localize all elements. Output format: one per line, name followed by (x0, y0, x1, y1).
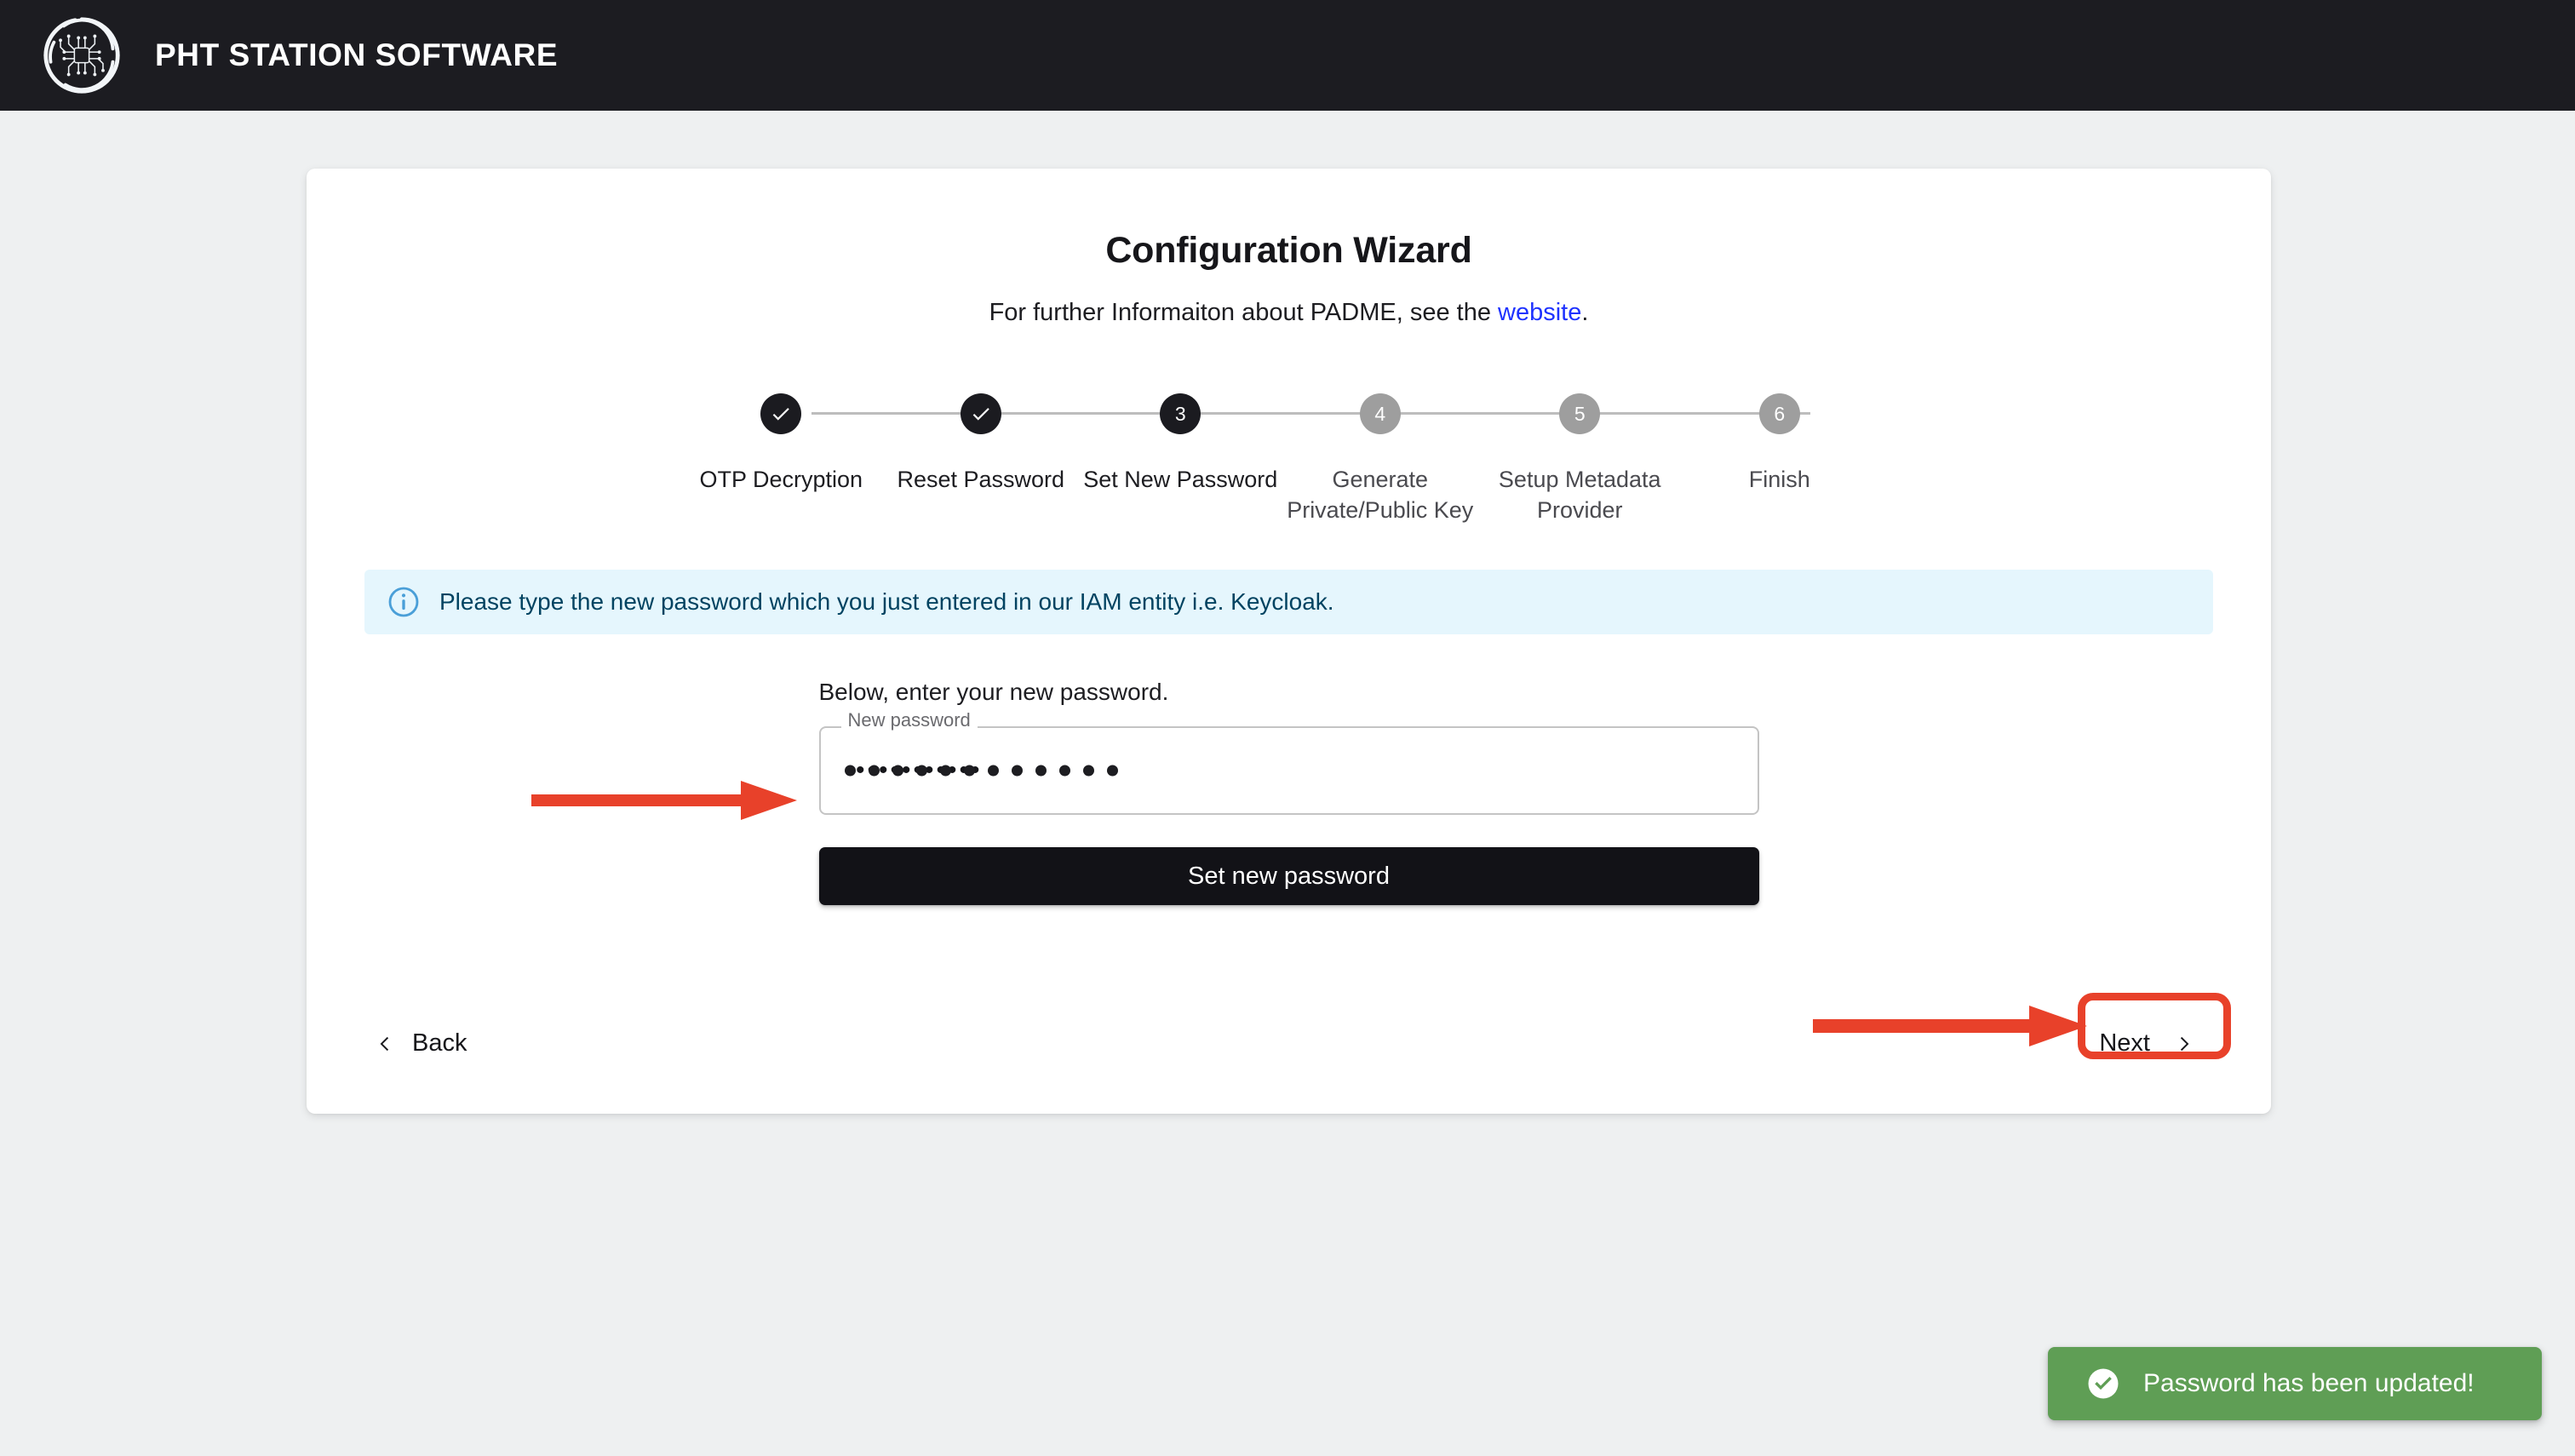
step-indicator-pending: 6 (1758, 393, 1800, 434)
toast-notification[interactable]: Password has been updated! (2048, 1347, 2542, 1420)
chevron-left-icon (380, 1036, 389, 1051)
info-circle-icon (388, 587, 419, 617)
page-title: Configuration Wizard (1105, 230, 1472, 271)
password-dot (1011, 765, 1023, 777)
toast-message: Password has been updated! (2143, 1369, 2475, 1397)
next-button[interactable]: Next (2077, 1019, 2215, 1068)
stepper-step-generate-keys[interactable]: 4 Generate Private/Public Key (1281, 390, 1611, 525)
password-dot (1106, 765, 1118, 777)
app-header: PHT STATION SOFTWARE (0, 0, 2575, 111)
step-indicator-active: 3 (1160, 393, 1201, 434)
pht-chip-logo (41, 14, 123, 96)
wizard-subtitle: For further Informaiton about PADME, see… (307, 299, 2271, 327)
stepper-step-label: OTP Decryption (699, 467, 863, 492)
check-circle-icon (2088, 1368, 2119, 1399)
stepper-step-setup-metadata-provider[interactable]: 5 Setup Metadata Provider (1480, 390, 1810, 525)
step-indicator-pending: 5 (1559, 393, 1601, 434)
website-link[interactable]: website (1498, 299, 1581, 326)
stepper-step-otp-decryption[interactable]: OTP Decryption (681, 390, 1012, 496)
password-dot (1035, 765, 1047, 777)
password-dot (892, 765, 903, 777)
password-dot (915, 765, 927, 777)
check-icon (972, 408, 989, 421)
info-alert: Please type the new password which you j… (364, 570, 2213, 635)
password-dot (1058, 765, 1070, 777)
stepper-step-label: Set New Password (1083, 467, 1278, 492)
back-button[interactable]: Back (363, 1023, 480, 1064)
back-button-label: Back (412, 1029, 467, 1057)
wizard-navigation: Back Next (307, 1019, 2271, 1068)
stepper-step-reset-password[interactable]: Reset Password (881, 390, 1212, 496)
stepper-step-set-new-password[interactable]: 3 Set New Password (1081, 390, 1411, 496)
form-helper-text: Below, enter your new password. (818, 679, 1169, 706)
stepper-step-label: Generate Private/Public Key (1287, 467, 1474, 523)
stepper-step-label: Finish (1748, 467, 1810, 492)
step-indicator-pending: 4 (1359, 393, 1401, 434)
password-dot (963, 765, 975, 777)
password-masked-dots (844, 765, 1118, 777)
stepper-step-finish[interactable]: 6 Finish (1680, 390, 1880, 496)
check-icon (772, 408, 789, 421)
subtitle-suffix: . (1581, 299, 1589, 326)
step-indicator-completed (760, 393, 802, 434)
subtitle-prefix: For further Informaiton about PADME, see… (989, 299, 1499, 326)
stepper-step-label: Setup Metadata Provider (1498, 467, 1661, 523)
step-indicator-completed (960, 393, 1001, 434)
password-dot (939, 765, 951, 777)
new-password-field-wrapper[interactable]: New password (818, 711, 1759, 816)
configuration-wizard-card: Configuration Wizard For further Informa… (307, 169, 2271, 1114)
info-alert-message: Please type the new password which you j… (439, 588, 1334, 616)
password-form: Below, enter your new password. New pass… (818, 679, 1759, 906)
password-dot (1082, 765, 1094, 777)
password-dot (868, 765, 880, 777)
next-button-label: Next (2099, 1029, 2150, 1057)
wizard-stepper: OTP Decryption Reset Password 3 Set New … (307, 390, 2271, 525)
password-dot (987, 765, 999, 777)
set-new-password-button[interactable]: Set new password (818, 847, 1759, 906)
chevron-right-icon (2180, 1036, 2189, 1051)
app-title: PHT STATION SOFTWARE (155, 37, 559, 72)
stepper-step-label: Reset Password (897, 467, 1065, 492)
password-dot (844, 765, 856, 777)
